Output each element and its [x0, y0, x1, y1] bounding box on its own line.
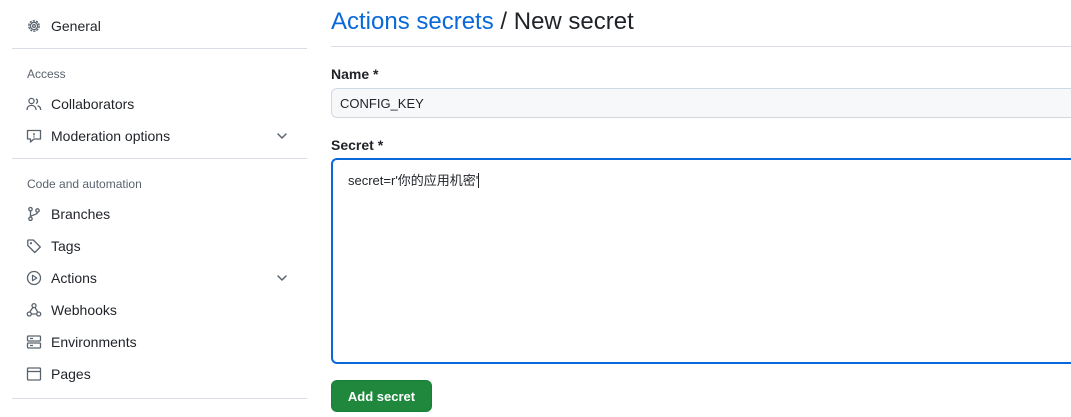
server-icon — [26, 334, 42, 350]
sidebar-item-label: Collaborators — [51, 96, 135, 112]
play-icon — [26, 270, 42, 286]
sidebar-item-label: Tags — [51, 238, 81, 254]
add-secret-button[interactable]: Add secret — [331, 380, 432, 412]
sidebar-item-collaborators[interactable]: Collaborators — [12, 89, 294, 119]
sidebar-item-webhooks[interactable]: Webhooks — [12, 295, 294, 325]
secret-label: Secret * — [331, 137, 384, 153]
chevron-down-icon[interactable] — [274, 128, 290, 144]
people-icon — [26, 96, 42, 112]
text-cursor — [478, 173, 480, 188]
page-heading: New secret — [513, 8, 634, 35]
sidebar-group-code: Code and automation — [27, 177, 142, 191]
sidebar-item-moderation[interactable]: Moderation options — [12, 121, 294, 151]
webhook-icon — [26, 302, 42, 318]
git-branch-icon — [26, 206, 42, 222]
sidebar-item-pages[interactable]: Pages — [12, 359, 294, 389]
tag-icon — [26, 238, 42, 254]
page-title: Actions secrets / New secret — [331, 8, 634, 36]
secret-value-text: secret=r'你的应用机密' — [348, 173, 480, 188]
sidebar-item-label: Webhooks — [51, 302, 117, 318]
settings-sidebar: General Access Collaborators Moderation … — [0, 0, 308, 417]
heading-divider — [331, 46, 1071, 47]
sidebar-item-general[interactable]: General — [12, 11, 294, 41]
name-label: Name * — [331, 66, 379, 82]
sidebar-item-label: Moderation options — [51, 128, 171, 144]
report-icon — [26, 128, 42, 144]
main-content: Actions secrets / New secret Name * Secr… — [331, 0, 1071, 417]
sidebar-divider — [12, 48, 307, 49]
chevron-down-icon[interactable] — [274, 270, 290, 286]
sidebar-divider — [12, 398, 307, 399]
gear-icon — [26, 18, 42, 34]
sidebar-item-label: Environments — [51, 334, 137, 350]
sidebar-item-tags[interactable]: Tags — [12, 231, 294, 261]
sidebar-item-label: General — [51, 18, 101, 34]
breadcrumb-separator: / — [493, 8, 514, 35]
browser-icon — [26, 366, 42, 382]
sidebar-item-actions[interactable]: Actions — [12, 263, 294, 293]
sidebar-item-label: Pages — [51, 366, 91, 382]
breadcrumb-actions-secrets[interactable]: Actions secrets — [331, 8, 494, 35]
sidebar-item-branches[interactable]: Branches — [12, 199, 294, 229]
sidebar-item-environments[interactable]: Environments — [12, 327, 294, 357]
secret-name-input[interactable] — [331, 88, 1071, 118]
sidebar-divider — [12, 158, 307, 159]
sidebar-item-label: Actions — [51, 270, 97, 286]
sidebar-item-label: Branches — [51, 206, 111, 222]
secret-value-textarea[interactable]: secret=r'你的应用机密' — [331, 158, 1071, 364]
sidebar-group-access: Access — [27, 67, 66, 81]
